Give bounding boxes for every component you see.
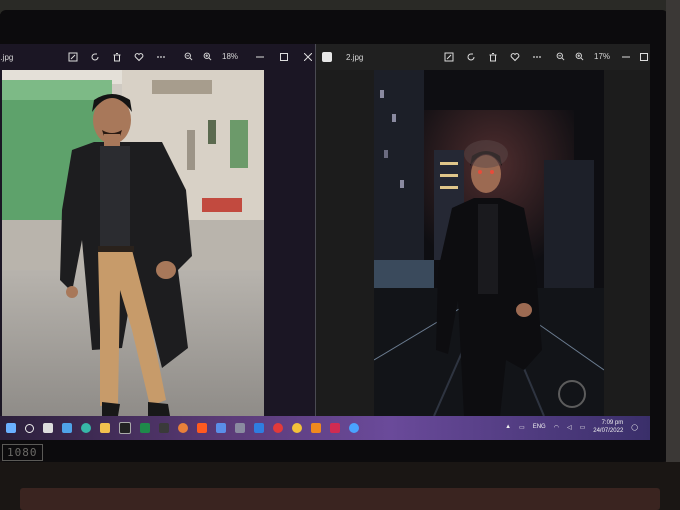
windows-taskbar: ▲ ▭ ENG ◠ ◁ ▭ 7:09 pm 24/07/2022 ◯ [0,416,650,440]
photo-viewer-app-icon[interactable] [349,423,359,433]
maximize-icon[interactable] [280,53,288,61]
terminal-app-icon[interactable] [159,423,169,433]
language-indicator[interactable]: ENG [533,424,546,430]
task-view-icon[interactable] [43,423,53,433]
close-icon[interactable] [304,53,312,61]
more-options-icon[interactable] [532,52,542,62]
widgets-icon[interactable] [62,423,72,433]
favorite-heart-icon[interactable] [134,52,144,62]
monitor-resolution-badge: 1080 [2,444,43,461]
chevron-up-icon[interactable]: ▲ [505,424,511,430]
photo-man-in-coat-night-city [374,70,604,416]
window-filename: 1.jpg [0,52,14,62]
rotate-icon[interactable] [466,52,476,62]
photo-viewer-window-left: 1.jpg 18% [0,44,314,416]
background-edge [666,0,680,510]
favorite-heart-icon[interactable] [510,52,520,62]
minimize-icon[interactable] [622,53,630,61]
photos-app-icon [322,52,332,62]
keyboard-icon[interactable]: ▭ [519,424,525,431]
titlebar-left: 1.jpg 18% [0,44,314,70]
photos-app-icon[interactable] [216,423,226,433]
start-windows-icon[interactable] [6,423,16,433]
firefox-app-icon[interactable] [178,423,188,433]
photo-man-in-coat-street [2,70,264,416]
wifi-icon[interactable]: ◠ [554,424,559,431]
clock-date: 24/07/2022 [593,428,624,434]
settings-app-icon[interactable] [235,423,245,433]
edit-image-icon[interactable] [68,52,78,62]
brave-app-icon[interactable] [197,423,207,433]
vlc-app-icon[interactable] [311,423,321,433]
laptop-base [20,488,660,510]
window-filename: 2.jpg [346,52,364,62]
delete-icon[interactable] [488,52,498,62]
titlebar-right: 2.jpg 17% [316,44,650,70]
volume-icon[interactable]: ◁ [567,424,572,431]
clock-time: 7:09 pm [601,420,624,426]
system-tray: ▲ ▭ ENG ◠ ◁ ▭ 7:09 pm 24/07/2022 ◯ [505,419,638,435]
edge-browser-icon[interactable] [81,423,91,433]
search-icon[interactable] [25,423,34,433]
minimize-icon[interactable] [256,53,264,61]
zoom-in-icon[interactable] [203,52,212,61]
mail-app-icon[interactable] [254,423,264,433]
opera-app-icon[interactable] [273,423,283,433]
excel-app-icon[interactable] [140,423,150,433]
delete-icon[interactable] [112,52,122,62]
edit-image-icon[interactable] [444,52,454,62]
chrome-app-icon[interactable] [292,423,302,433]
zoom-level: 17% [594,52,611,61]
notifications-icon[interactable]: ◯ [631,424,638,431]
zoom-in-icon[interactable] [575,52,584,61]
laptop-screen: 1.jpg 18% [0,44,650,440]
zoom-level: 18% [222,52,239,61]
clock[interactable]: 7:09 pm 24/07/2022 [593,419,623,435]
rotate-icon[interactable] [90,52,100,62]
file-explorer-icon[interactable] [100,423,110,433]
notion-app-icon[interactable] [119,422,131,434]
media-app-icon[interactable] [330,423,340,433]
zoom-out-icon[interactable] [184,52,193,61]
zoom-out-icon[interactable] [556,52,565,61]
photo-viewer-window-right: 2.jpg 17% [316,44,650,416]
maximize-icon[interactable] [640,53,648,61]
more-options-icon[interactable] [156,52,166,62]
battery-icon[interactable]: ▭ [580,424,586,431]
